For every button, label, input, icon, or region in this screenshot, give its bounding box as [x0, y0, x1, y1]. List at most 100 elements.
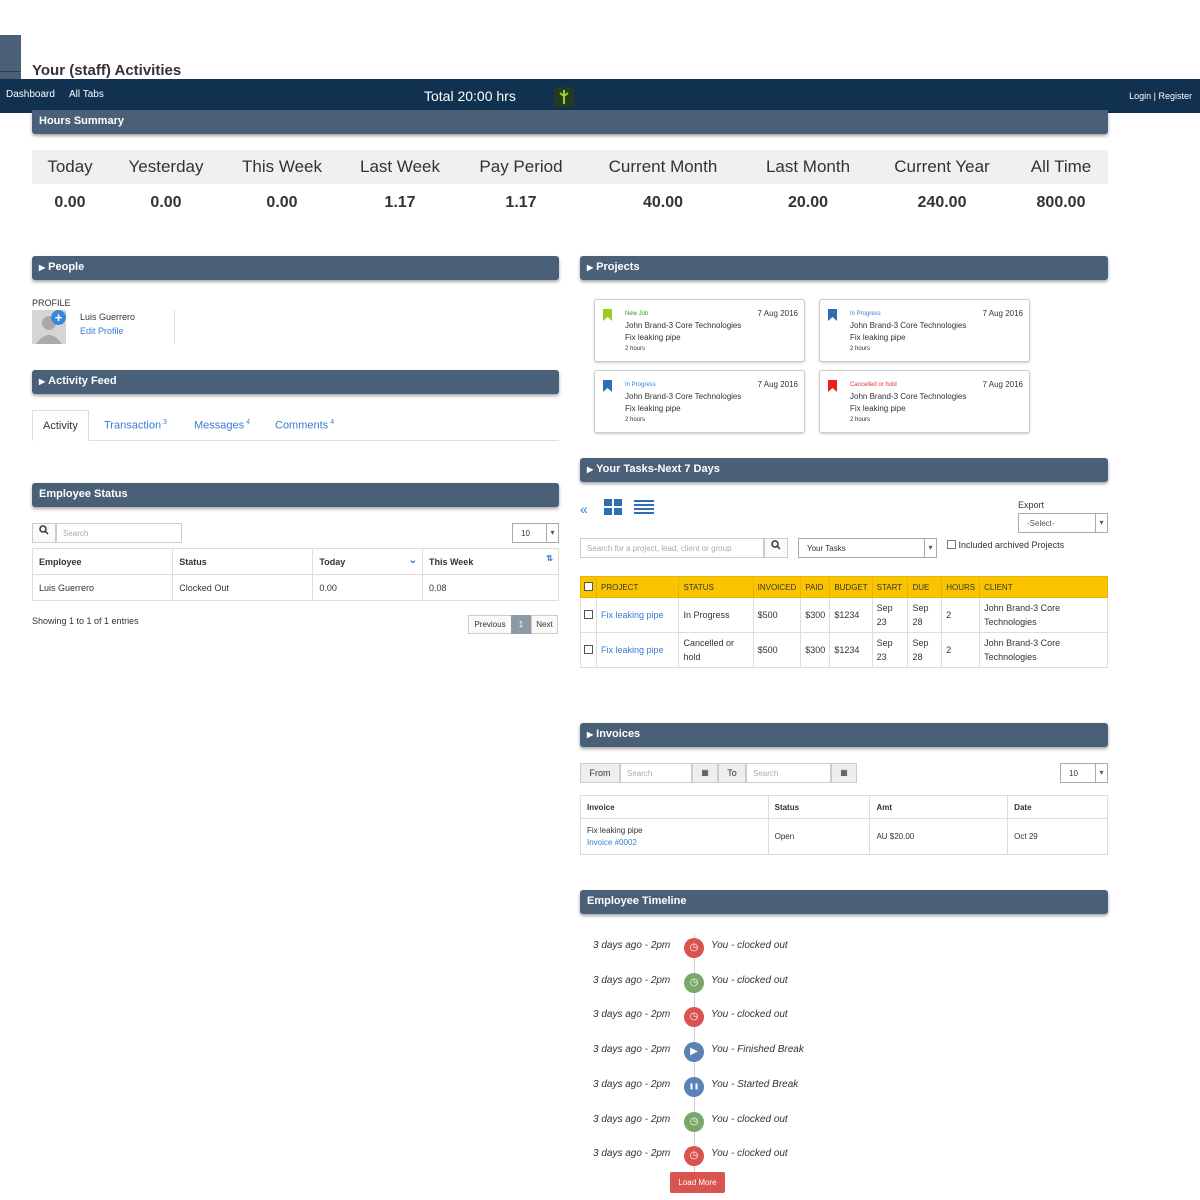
column-header[interactable]: Status: [172, 548, 314, 575]
from-calendar-button[interactable]: ▦: [692, 763, 718, 783]
profile-name: Luis Guerrero: [80, 312, 136, 322]
tab-comments[interactable]: Comments 4: [275, 410, 344, 441]
invoices-header[interactable]: ▶ Invoices: [580, 723, 1108, 747]
timeline-time: 3 days ago - 2pm: [593, 1009, 671, 1021]
table-cell: 0.00: [312, 574, 423, 601]
row-select-cell[interactable]: [580, 597, 597, 633]
row-checkbox[interactable]: [584, 610, 593, 619]
load-more-button[interactable]: Load More: [670, 1172, 725, 1193]
timeline-time: 3 days ago - 2pm: [593, 1113, 671, 1125]
showing-entries: Showing 1 to 1 of 1 entries: [32, 616, 139, 626]
project-card[interactable]: In Progress 7 Aug 2016 John Brand-3 Core T…: [819, 299, 1030, 362]
column-header[interactable]: Status: [767, 795, 871, 819]
project-client: John Brand-3 Core Technologies: [625, 321, 742, 330]
activity-feed-header[interactable]: ▶ Activity Feed: [32, 370, 559, 394]
project-card[interactable]: Cancelled or hold 7 Aug 2016 John Brand-3 …: [819, 370, 1030, 433]
column-header[interactable]: BUDGET: [829, 576, 873, 598]
select-all-cell[interactable]: [580, 576, 597, 598]
nav-dashboard-link[interactable]: Dashboard: [6, 89, 55, 100]
project-card[interactable]: New Job 7 Aug 2016 John Brand-3 Core Techn…: [594, 299, 805, 362]
caret-right-icon: ▶: [587, 263, 594, 272]
employee-status-title: Employee Status: [39, 488, 128, 500]
timeline-entry: 3 days ago - 2pm ▶ You - Finished Break: [593, 1042, 893, 1063]
column-header[interactable]: START: [871, 576, 909, 598]
to-date-input[interactable]: Search: [746, 763, 831, 783]
grid-view-icon[interactable]: [604, 499, 622, 515]
list-view-icon[interactable]: [634, 500, 654, 514]
previous-page-button[interactable]: Previous: [468, 615, 512, 634]
login-link[interactable]: Login: [1129, 91, 1151, 101]
column-header[interactable]: PROJECT: [595, 576, 680, 598]
invoice-number-link[interactable]: Invoice #0002: [587, 837, 762, 849]
employee-page-size-select[interactable]: 10 ▾: [512, 523, 559, 543]
project-hours: 2 hours: [625, 417, 646, 423]
task-search-button[interactable]: [764, 538, 788, 558]
row-select-cell[interactable]: [580, 632, 597, 668]
column-header[interactable]: Invoice: [580, 795, 769, 819]
bookmark-icon: [603, 308, 612, 321]
table-header-row: Employee Status Today ⌄ This Week ⇅: [31, 548, 560, 575]
task-filter-select[interactable]: Your Tasks ▾: [798, 538, 937, 558]
sidebar-corner: [0, 35, 21, 79]
export-label: Export: [1018, 500, 1045, 510]
invoice-page-size-select[interactable]: 10 ▾: [1060, 763, 1108, 783]
column-header[interactable]: Amt: [869, 795, 1009, 819]
tab-activity[interactable]: Activity: [32, 410, 89, 441]
to-label: To: [718, 763, 746, 783]
to-calendar-button[interactable]: ▦: [831, 763, 857, 783]
column-header[interactable]: PAID: [800, 576, 831, 598]
avatar[interactable]: +: [32, 310, 66, 344]
archived-checkbox[interactable]: [947, 540, 956, 549]
column-header[interactable]: STATUS: [678, 576, 754, 598]
edit-profile-link[interactable]: Edit Profile: [80, 326, 124, 336]
project-link[interactable]: Fix leaking pipe: [595, 632, 680, 668]
chevron-down-icon: ▾: [1095, 764, 1107, 782]
task-search-input[interactable]: Search for a project, lead, client or gr…: [580, 538, 764, 558]
column-header[interactable]: DUE: [907, 576, 943, 598]
page-1-button[interactable]: 1: [511, 615, 531, 634]
tab-transaction[interactable]: Transaction 3: [104, 410, 177, 441]
export-select[interactable]: -Select- ▾: [1018, 513, 1108, 533]
column-header[interactable]: HOURS: [941, 576, 981, 598]
collapse-double-left-icon[interactable]: «: [580, 501, 588, 517]
project-card[interactable]: In Progress 7 Aug 2016 John Brand-3 Core T…: [594, 370, 805, 433]
project-hours: 2 hours: [850, 346, 871, 352]
hours-summary-header: Hours Summary: [32, 110, 1108, 134]
project-hours: 2 hours: [850, 417, 871, 423]
column-header[interactable]: Date: [1007, 795, 1108, 819]
add-photo-icon[interactable]: +: [51, 310, 66, 325]
column-header[interactable]: Today ⌄: [312, 548, 423, 575]
tasks-header[interactable]: ▶ Your Tasks-Next 7 Days: [580, 458, 1108, 482]
projects-header[interactable]: ▶ Projects: [580, 256, 1108, 280]
table-cell: John Brand-3 Core Technologies: [979, 597, 1108, 633]
column-header[interactable]: CLIENT: [979, 576, 1108, 598]
table-cell: AU $20.00: [869, 818, 1009, 855]
employee-status-table: Employee Status Today ⌄ This Week ⇅ Luis Guerr…: [31, 548, 560, 601]
people-header[interactable]: ▶ People: [32, 256, 559, 280]
from-date-input[interactable]: Search: [620, 763, 692, 783]
row-checkbox[interactable]: [584, 645, 593, 654]
sort-icon: ⇅: [546, 554, 553, 563]
archived-option[interactable]: Included archived Projects: [947, 540, 1064, 550]
project-link[interactable]: Fix leaking pipe: [595, 597, 680, 633]
tree-icon[interactable]: [554, 87, 574, 107]
invoice-page-size-value: 10: [1069, 769, 1078, 778]
timeline-title: Employee Timeline: [587, 895, 687, 907]
register-link[interactable]: Register: [1158, 91, 1192, 101]
search-button[interactable]: [32, 523, 56, 543]
nav-all-tabs-link[interactable]: All Tabs: [69, 89, 104, 100]
table-cell: Luis Guerrero: [31, 574, 174, 601]
table-cell: Sep 28: [907, 632, 943, 668]
chevron-down-icon: ▾: [1095, 514, 1107, 532]
next-page-button[interactable]: Next: [531, 615, 558, 634]
column-header[interactable]: INVOICED: [752, 576, 802, 598]
clock-icon: ◷: [684, 1146, 704, 1167]
timeline-entry: 3 days ago - 2pm ❚❚ You - Started Break: [593, 1076, 893, 1097]
employee-search-input[interactable]: Search: [56, 523, 182, 543]
select-all-checkbox[interactable]: [584, 582, 593, 591]
tab-messages[interactable]: Messages 4: [194, 410, 260, 441]
project-status: Cancelled or hold: [850, 382, 897, 388]
column-header[interactable]: This Week ⇅: [421, 548, 560, 575]
tab-label: Messages: [194, 419, 245, 432]
column-header[interactable]: Employee: [31, 548, 174, 575]
